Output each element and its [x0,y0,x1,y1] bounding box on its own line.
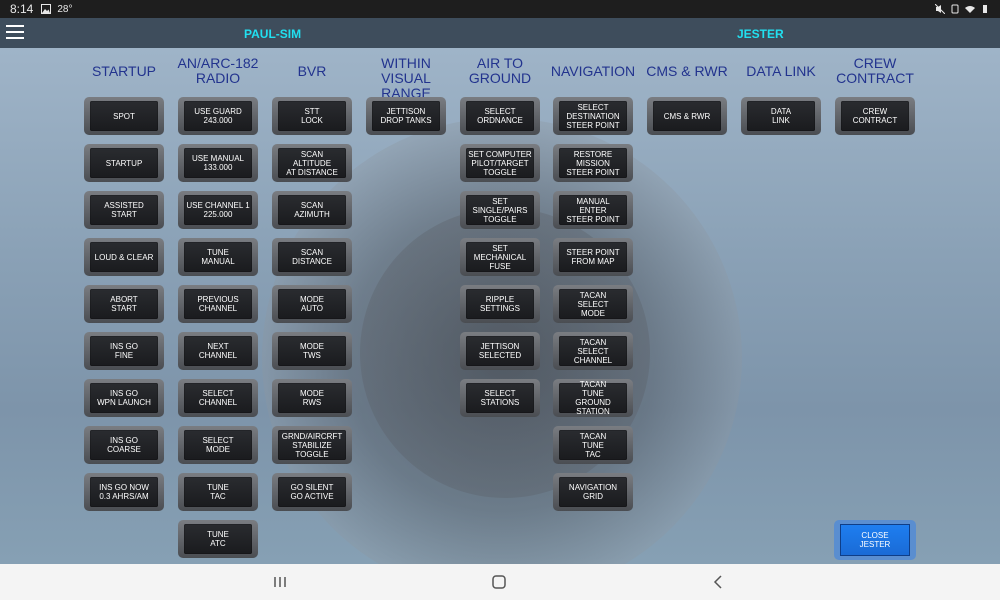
navigation-grid-button[interactable]: NAVIGATION GRID [553,473,633,511]
select-stations-button[interactable]: SELECT STATIONS [460,379,540,417]
status-time: 8:14 [10,2,34,16]
stt-lock-button[interactable]: STT LOCK [272,97,352,135]
ins-go-fine-button[interactable]: INS GO FINE [84,332,164,370]
column-title-crew-contract: CREW CONTRACT [836,55,914,86]
use-channel-1-225-000-button[interactable]: USE CHANNEL 1 225.000 [178,191,258,229]
abort-start-button[interactable]: ABORT START [84,285,164,323]
jettison-selected-button[interactable]: JETTISON SELECTED [460,332,540,370]
tacan-tune-ground-station-button[interactable]: TACAN TUNE GROUND STATION [553,379,633,417]
jester-menu-panel: CLOSE JESTER STARTUP SPOT STARTUP ASSISTED … [0,48,1000,564]
mute-icon [935,4,945,14]
column-title-data-link: DATA LINK [746,63,816,79]
column-title-air-to-ground: AIR TO GROUND [468,55,532,86]
rio-name: JESTER [737,27,784,41]
column-title-bvr: BVR [297,63,327,79]
use-guard-243-000-button[interactable]: USE GUARD 243.000 [178,97,258,135]
tacan-select-mode-button[interactable]: TACAN SELECT MODE [553,285,633,323]
crew-contract-button[interactable]: CREW CONTRACT [835,97,915,135]
scan-altitude-at-distance-button[interactable]: SCAN ALTITUDE AT DISTANCE [272,144,352,182]
close-jester-button[interactable]: CLOSE JESTER [834,520,916,560]
tune-manual-button[interactable]: TUNE MANUAL [178,238,258,276]
select-destination-steer-point-button[interactable]: SELECT DESTINATION STEER POINT [553,97,633,135]
mode-rws-button[interactable]: MODE RWS [272,379,352,417]
set-mechanical-fuse-button[interactable]: SET MECHANICAL FUSE [460,238,540,276]
tacan-tune-tac-button[interactable]: TACAN TUNE TAC [553,426,633,464]
recents-icon[interactable] [272,574,288,590]
assisted-start-button[interactable]: ASSISTED START [84,191,164,229]
hamburger-menu-icon[interactable] [6,25,24,39]
data-link-button[interactable]: DATA LINK [741,97,821,135]
pilot-name: PAUL-SIM [244,27,302,41]
battery-icon [983,5,987,13]
manual-enter-steer-point-button[interactable]: MANUAL ENTER STEER POINT [553,191,633,229]
go-silent-go-active-button[interactable]: GO SILENT GO ACTIVE [272,473,352,511]
battery-saver-icon [951,4,959,14]
tacan-select-channel-button[interactable]: TACAN SELECT CHANNEL [553,332,633,370]
wifi-icon [965,6,975,13]
mode-auto-button[interactable]: MODE AUTO [272,285,352,323]
cms-rwr-button[interactable]: CMS & RWR [647,97,727,135]
set-computer-pilot-target-toggle-button[interactable]: SET COMPUTER PILOT/TARGET TOGGLE [460,144,540,182]
jettison-drop-tanks-button[interactable]: JETTISON DROP TANKS [366,97,446,135]
select-channel-button[interactable]: SELECT CHANNEL [178,379,258,417]
gallery-icon [41,4,52,14]
app-header: PAUL-SIM JESTER [0,18,1000,48]
tune-tac-button[interactable]: TUNE TAC [178,473,258,511]
ripple-settings-button[interactable]: RIPPLE SETTINGS [460,285,540,323]
grnd-aircrft-stabilize-toggle-button[interactable]: GRND/AIRCRFT STABILIZE TOGGLE [272,426,352,464]
ins-go-wpn-launch-button[interactable]: INS GO WPN LAUNCH [84,379,164,417]
back-icon[interactable] [711,574,727,590]
ins-go-now-0-3-ahrs-am-button[interactable]: INS GO NOW 0.3 AHRS/AM [84,473,164,511]
home-icon[interactable] [491,574,507,590]
scan-distance-button[interactable]: SCAN DISTANCE [272,238,352,276]
column-title-within-visual-range: WITHIN VISUAL RANGE [381,55,431,101]
next-channel-button[interactable]: NEXT CHANNEL [178,332,258,370]
select-mode-button[interactable]: SELECT MODE [178,426,258,464]
column-title-startup: STARTUP [91,63,157,79]
restore-mission-steer-point-button[interactable]: RESTORE MISSION STEER POINT [553,144,633,182]
column-title-navigation: NAVIGATION [550,63,636,79]
scan-azimuth-button[interactable]: SCAN AZIMUTH [272,191,352,229]
startup-button[interactable]: STARTUP [84,144,164,182]
steer-point-from-map-button[interactable]: STEER POINT FROM MAP [553,238,633,276]
tune-atc-button[interactable]: TUNE ATC [178,520,258,558]
select-ordnance-button[interactable]: SELECT ORDNANCE [460,97,540,135]
mode-tws-button[interactable]: MODE TWS [272,332,352,370]
ins-go-coarse-button[interactable]: INS GO COARSE [84,426,164,464]
status-temperature: 28° [57,3,73,15]
use-manual-133-000-button[interactable]: USE MANUAL 133.000 [178,144,258,182]
column-title-an-arc-182-radio: AN/ARC-182 RADIO [177,55,259,86]
column-title-cms-rwr: CMS & RWR [646,63,728,79]
status-bar: 8:14 28° [0,0,1000,18]
spot-button[interactable]: SPOT [84,97,164,135]
loud-clear-button[interactable]: LOUD & CLEAR [84,238,164,276]
android-nav-bar [0,564,1000,600]
set-single-pairs-toggle-button[interactable]: SET SINGLE/PAIRS TOGGLE [460,191,540,229]
previous-channel-button[interactable]: PREVIOUS CHANNEL [178,285,258,323]
